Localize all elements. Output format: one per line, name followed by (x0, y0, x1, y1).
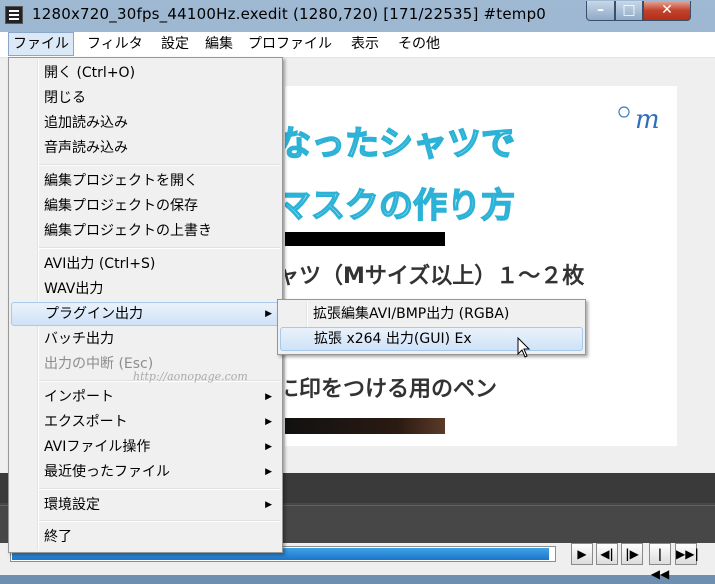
menu-file[interactable]: ファイル (8, 32, 74, 56)
submenu-item-extended-avi-bmp[interactable]: 拡張編集AVI/BMP出力 (RGBA) (280, 302, 583, 326)
menu-item-plugin-output[interactable]: プラグイン出力 ▶ (11, 302, 280, 326)
prev-frame-button[interactable]: ◀| (596, 543, 618, 565)
submenu-item-x264-gui-ex[interactable]: 拡張 x264 出力(GUI) Ex (280, 327, 583, 351)
menu-item-label: プラグイン出力 (45, 306, 143, 322)
play-button[interactable]: ▶ (571, 543, 593, 565)
next-frame-button[interactable]: |▶ (621, 543, 643, 565)
menu-item-close[interactable]: 閉じる (11, 86, 280, 110)
menu-filter[interactable]: フィルタ (83, 32, 147, 56)
menu-separator (39, 247, 280, 249)
menu-item-label: AVIファイル操作 (44, 439, 151, 455)
go-start-button[interactable]: |◀◀ (649, 543, 671, 581)
menu-settings[interactable]: 設定 (157, 32, 193, 56)
menu-item-save-project[interactable]: 編集プロジェクトの保存 (11, 194, 280, 218)
menu-item-recent-files[interactable]: 最近使ったファイル ▶ (11, 460, 280, 484)
menu-item-label: 環境設定 (44, 497, 100, 513)
menu-item-preferences[interactable]: 環境設定 ▶ (11, 493, 280, 517)
go-end-icon: ▶▶| (676, 547, 699, 561)
mouse-pointer-icon (517, 337, 531, 358)
file-menu-dropdown: 開く (Ctrl+O) 閉じる 追加読み込み 音声読み込み 編集プロジェクトを開… (8, 57, 283, 553)
menu-view[interactable]: 表示 (347, 32, 383, 56)
menu-item-append-load[interactable]: 追加読み込み (11, 111, 280, 135)
menu-edit[interactable]: 編集 (201, 32, 237, 56)
menu-profile[interactable]: プロファイル (244, 32, 336, 56)
submenu-arrow-icon: ▶ (265, 417, 272, 427)
next-frame-icon: |▶ (625, 547, 639, 561)
menu-item-label: 編集プロジェクトの保存 (44, 198, 198, 214)
preview-text-line-3: ャツ（Mサイズ以上）１～２枚 (285, 264, 585, 289)
preview-text-line-6: に印をつける用のペン (285, 377, 498, 402)
menu-item-label: 閉じる (44, 90, 86, 106)
film-strip-icon[interactable] (5, 6, 23, 24)
preview-title-line-2: マスクの作り方 (285, 185, 516, 227)
menu-item-avi-output[interactable]: AVI出力 (Ctrl+S) (11, 252, 280, 276)
menu-item-label: エクスポート (44, 414, 128, 430)
go-end-button[interactable]: ▶▶| (675, 543, 699, 565)
submenu-arrow-icon: ▶ (265, 309, 272, 319)
menu-item-label: WAV出力 (44, 281, 104, 297)
menu-item-overwrite-project[interactable]: 編集プロジェクトの上書き (11, 219, 280, 243)
menu-item-label: 終了 (44, 529, 72, 545)
play-icon: ▶ (577, 547, 587, 561)
minimize-button[interactable]: – (586, 1, 615, 21)
menu-item-label: 最近使ったファイル (44, 464, 170, 480)
window-title: 1280x720_30fps_44100Hz.exedit (1280,720)… (32, 5, 547, 23)
menu-separator (39, 520, 280, 522)
menu-item-label: バッチ出力 (44, 331, 114, 347)
close-button[interactable]: ✕ (643, 1, 691, 21)
menu-item-label: AVI出力 (Ctrl+S) (44, 256, 156, 272)
logo-mark: m (618, 105, 660, 135)
preview-black-bar (285, 232, 445, 246)
plugin-output-submenu: 拡張編集AVI/BMP出力 (RGBA) 拡張 x264 出力(GUI) Ex (277, 299, 586, 355)
menu-item-import[interactable]: インポート ▶ (11, 385, 280, 409)
menu-item-label: 編集プロジェクトを開く (44, 173, 198, 189)
prev-frame-icon: ◀| (600, 547, 614, 561)
maximize-icon: □ (622, 2, 636, 18)
menu-bar: ファイル フィルタ 設定 編集 プロファイル 表示 その他 (0, 32, 715, 58)
preview-photo-strip (285, 418, 445, 434)
menu-item-label: インポート (44, 389, 114, 405)
submenu-arrow-icon: ▶ (265, 392, 272, 402)
close-icon: ✕ (661, 2, 673, 18)
menu-item-batch-output[interactable]: バッチ出力 (11, 327, 280, 351)
menu-item-label: 音声読み込み (44, 140, 128, 156)
menu-item-export[interactable]: エクスポート ▶ (11, 410, 280, 434)
menu-separator (39, 488, 280, 490)
title-bar[interactable]: 1280x720_30fps_44100Hz.exedit (1280,720)… (0, 0, 715, 30)
menu-item-label: 編集プロジェクトの上書き (44, 223, 212, 239)
minimize-icon: – (597, 2, 604, 18)
menu-item-label: 拡張編集AVI/BMP出力 (RGBA) (313, 306, 510, 322)
logo-text: m (635, 105, 660, 135)
menu-item-open-project[interactable]: 編集プロジェクトを開く (11, 169, 280, 193)
menu-item-label: 開く (Ctrl+O) (44, 65, 136, 81)
menu-item-avi-file-ops[interactable]: AVIファイル操作 ▶ (11, 435, 280, 459)
menu-item-label: 拡張 x264 出力(GUI) Ex (314, 331, 472, 347)
menu-other[interactable]: その他 (394, 32, 444, 56)
menu-item-audio-load[interactable]: 音声読み込み (11, 136, 280, 160)
preview-title-line-1: なったシャツで (285, 123, 516, 165)
menu-item-open[interactable]: 開く (Ctrl+O) (11, 61, 280, 85)
menu-item-wav-output[interactable]: WAV出力 (11, 277, 280, 301)
submenu-arrow-icon: ▶ (265, 467, 272, 477)
maximize-button[interactable]: □ (615, 1, 643, 21)
go-start-icon: |◀◀ (650, 547, 670, 581)
menu-item-label: 追加読み込み (44, 115, 128, 131)
menu-separator (39, 164, 280, 166)
submenu-arrow-icon: ▶ (265, 442, 272, 452)
video-preview: なったシャツで マスクの作り方 ャツ（Mサイズ以上）１～２枚 ... に印をつけ… (285, 86, 677, 446)
watermark-text: http://aonopage.com (133, 370, 248, 383)
menu-item-exit[interactable]: 終了 (11, 525, 280, 549)
submenu-arrow-icon: ▶ (265, 500, 272, 510)
